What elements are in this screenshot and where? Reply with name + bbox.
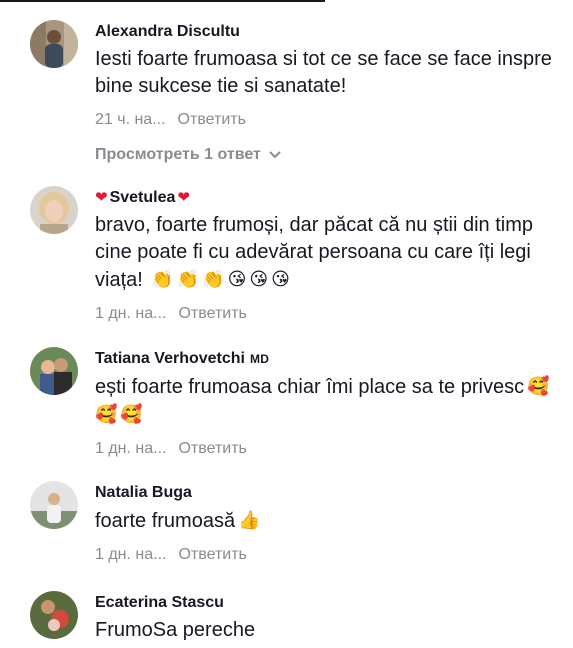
- reply-button[interactable]: Ответить: [178, 305, 246, 322]
- comment-text: Iesti foarte frumoasa si tot ce se face …: [95, 48, 552, 97]
- avatar[interactable]: [30, 347, 78, 395]
- country-badge: MD: [249, 352, 270, 366]
- comment-meta: 21 ч. на... Ответить: [95, 110, 553, 130]
- top-divider: [0, 0, 325, 2]
- comment-time: 1 дн. на...: [95, 546, 167, 563]
- comment-time: 21 ч. на...: [95, 111, 166, 128]
- comment-author[interactable]: Ecaterina Stascu: [95, 593, 553, 613]
- kiss-face-icon: 😘: [249, 269, 269, 290]
- avatar[interactable]: [30, 481, 78, 529]
- heart-icon: ❤: [177, 189, 190, 206]
- thumbs-up-icon: 👍: [238, 510, 261, 531]
- reply-button[interactable]: Ответить: [178, 111, 246, 128]
- comment-text: bravo, foarte frumoși, dar păcat că nu ș…: [95, 214, 533, 291]
- kiss-face-icon: 😘: [271, 269, 290, 290]
- comment-time: 1 дн. на...: [95, 305, 167, 322]
- smiling-hearts-icon: 🥰: [120, 404, 143, 425]
- smiling-hearts-icon: 🥰: [95, 404, 118, 425]
- comment-author[interactable]: Natalia Buga: [95, 483, 553, 503]
- comment-time: 1 дн. на...: [95, 440, 167, 457]
- clapping-hands-icon: 👏: [151, 269, 174, 290]
- comment-meta: 1 дн. на... Ответить: [95, 545, 553, 565]
- comment-author[interactable]: ❤ Svetulea ❤: [95, 188, 553, 208]
- comment-meta: 1 дн. на... Ответить: [95, 304, 553, 324]
- view-replies-button[interactable]: Просмотреть 1 ответ: [95, 145, 553, 165]
- comment-author[interactable]: Alexandra Discultu: [95, 22, 553, 42]
- heart-icon: ❤: [95, 189, 108, 206]
- avatar[interactable]: [30, 186, 78, 234]
- avatar[interactable]: [30, 591, 78, 639]
- reply-button[interactable]: Ответить: [178, 546, 246, 563]
- comment-meta: 1 дн. на... Ответить: [95, 439, 553, 459]
- kiss-face-icon: 😘: [227, 269, 247, 290]
- smiling-hearts-icon: 🥰: [527, 376, 550, 397]
- comment-author[interactable]: Tatiana Verhovetchi MD: [95, 349, 553, 369]
- comment-text: ești foarte frumoasa chiar îmi place sa …: [95, 373, 553, 429]
- chevron-down-icon: [269, 145, 281, 165]
- clapping-hands-icon: 👏: [176, 269, 200, 290]
- avatar[interactable]: [30, 20, 78, 68]
- comment-text: FrumoSa pereche: [95, 619, 256, 641]
- clapping-hands-icon: 👏: [202, 269, 225, 290]
- reply-button[interactable]: Ответить: [178, 440, 246, 457]
- comment-text: foarte frumoasă 👍: [95, 507, 553, 535]
